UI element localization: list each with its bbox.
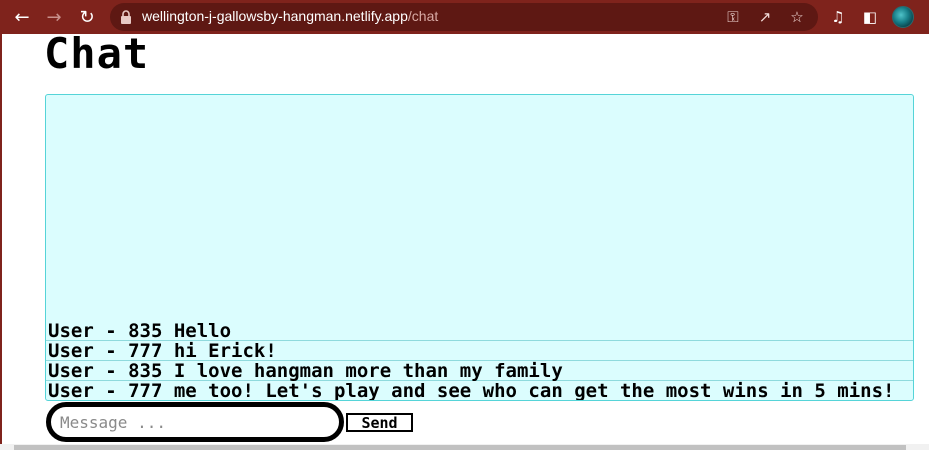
forward-arrow-icon[interactable]: → bbox=[40, 3, 68, 31]
media-icon[interactable]: ♫ bbox=[828, 5, 848, 29]
profile-avatar[interactable] bbox=[892, 6, 914, 28]
chat-message: User - 835 Hello bbox=[46, 321, 913, 341]
chat-message: User - 777 hi Erick! bbox=[46, 341, 913, 361]
star-icon[interactable]: ☆ bbox=[788, 7, 806, 27]
url-host: wellington-j-gallowsby-hangman.netlify.a… bbox=[142, 8, 408, 24]
address-bar[interactable]: wellington-j-gallowsby-hangman.netlify.a… bbox=[110, 3, 818, 31]
send-button[interactable]: Send bbox=[346, 413, 413, 432]
key-icon[interactable]: ⚿ bbox=[724, 7, 742, 27]
page-title: Chat bbox=[44, 29, 150, 78]
back-arrow-icon[interactable]: ← bbox=[8, 3, 36, 31]
chat-messages-panel[interactable]: User - 835 Hello User - 777 hi Erick! Us… bbox=[45, 94, 914, 401]
window-border bbox=[0, 34, 2, 450]
message-input[interactable] bbox=[46, 402, 344, 442]
url-text[interactable]: wellington-j-gallowsby-hangman.netlify.a… bbox=[142, 8, 438, 24]
lock-icon[interactable] bbox=[120, 10, 132, 24]
horizontal-scrollbar[interactable] bbox=[0, 444, 929, 450]
chat-message: User - 777 me too! Let's play and see wh… bbox=[48, 380, 895, 401]
reload-icon[interactable]: ↻ bbox=[73, 3, 101, 31]
share-icon[interactable]: ↗ bbox=[756, 7, 774, 27]
scrollbar-thumb[interactable] bbox=[14, 445, 906, 450]
chat-message: User - 835 I love hangman more than my f… bbox=[46, 361, 913, 381]
url-path: /chat bbox=[407, 8, 439, 24]
sidebar-icon[interactable]: ◧ bbox=[860, 5, 880, 29]
